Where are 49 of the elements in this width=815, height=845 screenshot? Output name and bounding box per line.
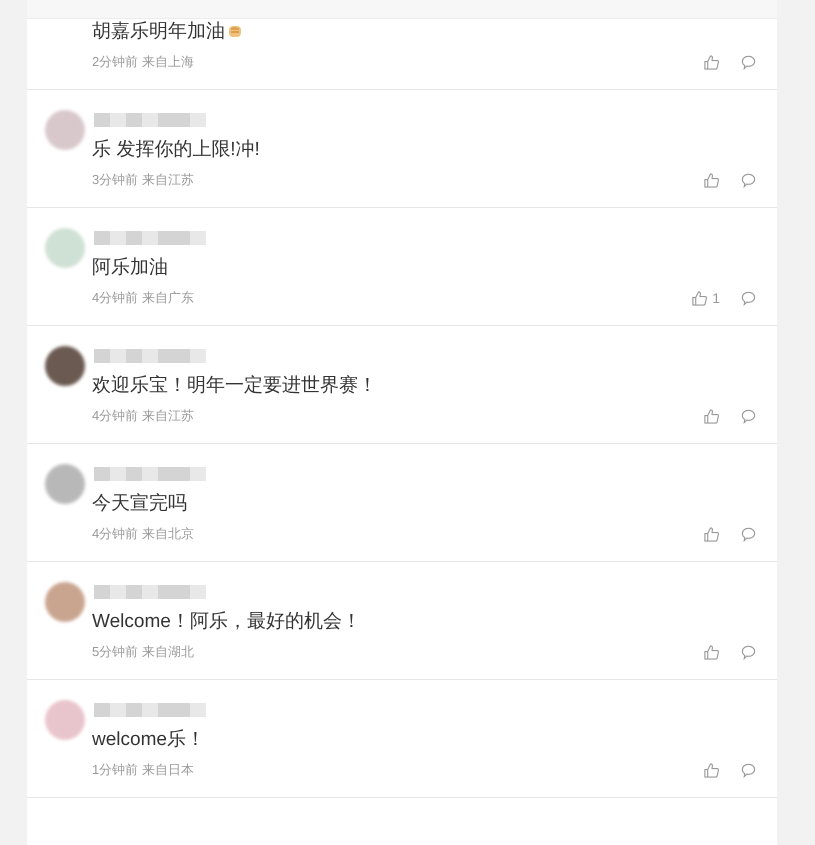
comment-text: 今天宣完吗 [92,492,187,516]
fist-emoji-icon [227,23,243,39]
blurred-avatar [45,700,85,740]
like-button[interactable]: 1 [691,290,720,306]
comment-text: welcome乐！ [92,728,205,752]
thumbs-up-icon [703,54,720,70]
reply-button[interactable] [740,54,757,70]
blurred-avatar [45,110,85,150]
blurred-avatar [45,228,85,268]
comment-meta: 4分钟前 来自北京 [92,525,194,543]
speech-bubble-icon [740,644,757,660]
speech-bubble-icon [740,290,757,306]
speech-bubble-icon [740,762,757,778]
thumbs-up-icon [691,290,708,306]
speech-bubble-icon [740,54,757,70]
comment-meta: 2分钟前 来自上海 [92,53,194,71]
comment-meta: 3分钟前 来自江苏 [92,171,194,189]
blurred-avatar [45,582,85,622]
comment-text: 欢迎乐宝！明年一定要进世界赛！ [92,374,377,398]
thumbs-up-icon [703,526,720,542]
like-button[interactable] [703,526,720,542]
reply-button[interactable] [740,526,757,542]
blurred-avatar [45,346,85,386]
like-button[interactable] [703,54,720,70]
like-button[interactable] [703,172,720,188]
like-button[interactable] [703,762,720,778]
comment-meta: 4分钟前 来自广东 [92,289,194,307]
speech-bubble-icon [740,408,757,424]
thumbs-up-icon [703,762,720,778]
like-button[interactable] [703,408,720,424]
comment-meta: 5分钟前 来自湖北 [92,643,194,661]
comment-meta: 1分钟前 来自日本 [92,761,194,779]
comment-text: 乐 发挥你的上限!冲! [92,138,260,162]
reply-button[interactable] [740,172,757,188]
speech-bubble-icon [740,172,757,188]
comment-meta: 4分钟前 来自江苏 [92,407,194,425]
thumbs-up-icon [703,644,720,660]
reply-button[interactable] [740,408,757,424]
comment-text: 阿乐加油 [92,256,168,280]
comment-text: 胡嘉乐明年加油 [92,20,225,44]
comment-text: Welcome！阿乐，最好的机会！ [92,610,361,634]
thumbs-up-icon [703,172,720,188]
thumbs-up-icon [703,408,720,424]
reply-button[interactable] [740,644,757,660]
reply-button[interactable] [740,290,757,306]
speech-bubble-icon [740,526,757,542]
like-button[interactable] [703,644,720,660]
reply-button[interactable] [740,762,757,778]
blurred-avatar [45,464,85,504]
